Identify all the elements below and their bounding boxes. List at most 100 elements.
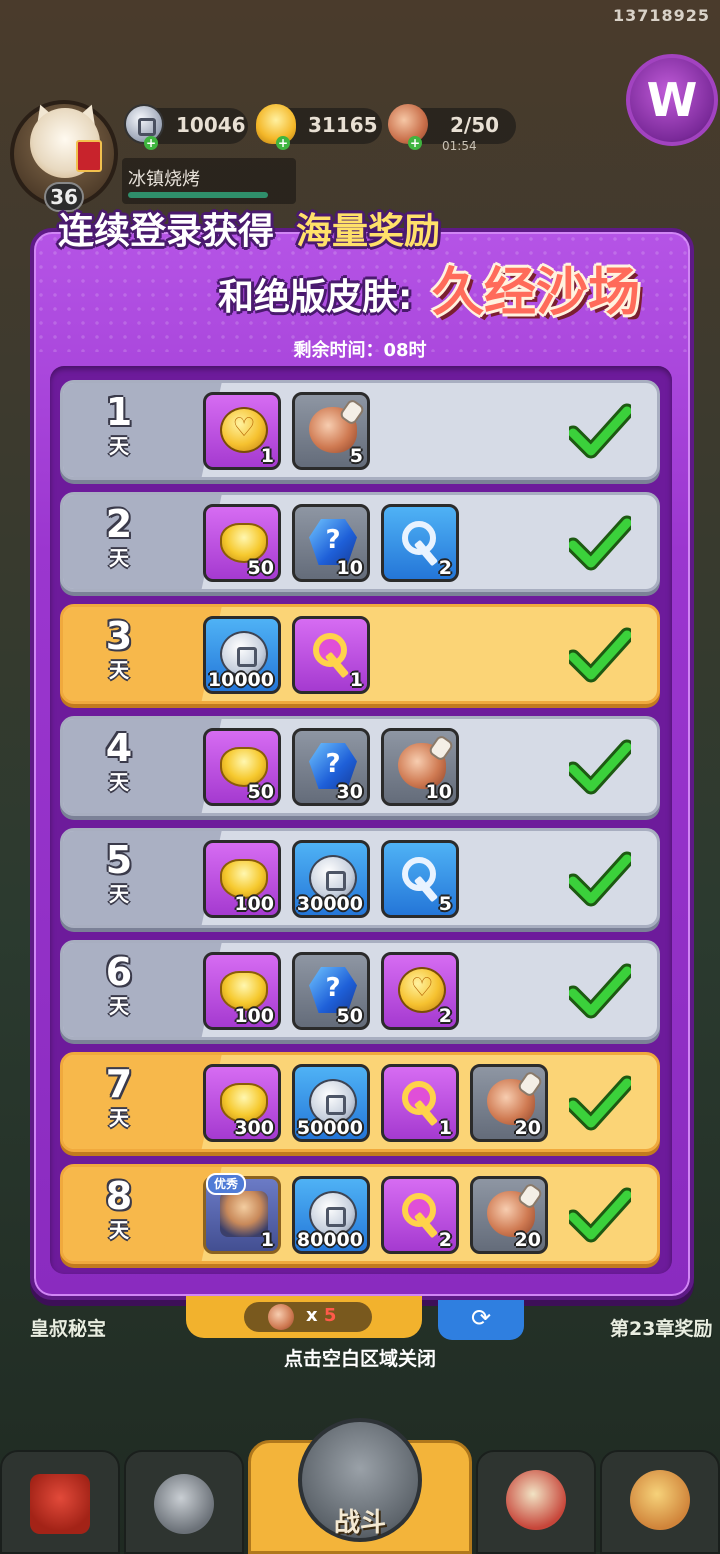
reward-item[interactable]: 2 [381,1176,459,1254]
red-envelope-icon [76,140,102,172]
reward-item[interactable]: 100 [203,952,281,1030]
reward-item[interactable]: 50 [292,952,370,1030]
reward-item[interactable]: 50 [203,728,281,806]
silver-coin-icon [124,104,164,144]
gold-ingot-icon [256,104,296,144]
reward-row-day-1[interactable]: 1天15 [60,380,660,480]
reward-item[interactable]: 10 [381,728,459,806]
left-feature-label[interactable]: 皇叔秘宝 [30,1314,106,1341]
day-number: 3 [105,614,133,658]
day-unit: 天 [109,434,129,458]
reward-count: 1 [260,445,274,467]
reward-count: 1 [438,1117,452,1139]
reward-item[interactable]: 1 [381,1064,459,1142]
reward-count: 2 [438,1005,452,1027]
reward-item[interactable]: 20 [470,1176,548,1254]
checkmark-icon [569,739,631,795]
quality-tag: 优秀 [206,1173,247,1195]
upgrade-icon [630,1470,690,1530]
experience-bar [128,192,268,198]
w-logo-button[interactable]: W [626,54,718,146]
add-gold-button[interactable]: + [276,136,290,150]
add-stamina-button[interactable]: + [408,136,422,150]
meat-cost-prefix: x [306,1305,318,1326]
reward-item[interactable]: 300 [203,1064,281,1142]
reward-count: 300 [234,1117,274,1139]
day-unit: 天 [109,770,129,794]
checkmark-icon [569,515,631,571]
day-unit: 天 [109,546,129,570]
reward-count: 5 [349,445,363,467]
reward-count: 2 [438,557,452,579]
reward-item[interactable]: 2 [381,504,459,582]
reward-count: 10 [425,781,452,803]
popup-title-line2: 和绝版皮肤: [218,277,413,318]
reward-row-day-5[interactable]: 5 天 100 30000 5 [60,828,660,928]
reward-row-day-8[interactable]: 8 天 优秀 1 80000 2 20 [60,1164,660,1264]
day-number: 7 [105,1062,133,1106]
day-unit: 天 [109,1106,129,1130]
meat-icon [268,1304,294,1330]
stamina-amount: 2/50 [450,113,500,137]
reward-item[interactable]: 10 [292,504,370,582]
stamina-timer: 01:54 [442,139,477,153]
popup-title-highlight: 海量奖励 [296,211,441,252]
reward-count: 50 [336,1005,363,1027]
reward-item[interactable]: 5 [292,392,370,470]
checkmark-icon [569,963,631,1019]
meat-cost-value: 5 [323,1305,337,1326]
meat-cost: x 5 [306,1305,336,1326]
reward-count: 50 [247,781,274,803]
reward-item[interactable]: 2 [381,952,459,1030]
reward-count: 10000 [207,669,274,691]
day-number: 5 [105,838,133,882]
reward-row-day-3[interactable]: 3 天 10000 1 [60,604,660,704]
reward-item[interactable]: 20 [470,1064,548,1142]
reward-count: 80000 [296,1229,363,1251]
reward-item[interactable]: 100 [203,840,281,918]
day-number: 8 [105,1174,133,1218]
checkmark-icon [569,627,631,683]
checkmark-icon [569,851,631,907]
reward-item[interactable]: 1 [203,392,281,470]
nav-shop[interactable] [0,1450,120,1554]
reward-item[interactable]: 5 [381,840,459,918]
checkmark-icon [569,1075,631,1131]
user-id: 13718925 [612,6,710,25]
reward-item[interactable]: 30 [292,728,370,806]
reward-count: 5 [438,893,452,915]
nav-heroes[interactable] [476,1450,596,1554]
nav-equipment[interactable] [124,1450,244,1554]
refresh-icon: ⟳ [470,1304,492,1332]
remaining-time: 剩余时间：08时 [293,340,427,361]
reward-item[interactable]: 10000 [203,616,281,694]
nav-battle-label: 战斗 [333,1508,386,1538]
reward-row-day-6[interactable]: 6天 100 50 2 [60,940,660,1040]
reward-count: 50 [247,557,274,579]
reward-item[interactable]: 优秀 1 [203,1173,281,1254]
reward-count: 100 [234,1005,274,1027]
refresh-button[interactable]: ⟳ [438,1300,524,1340]
nav-upgrade[interactable] [600,1450,720,1554]
day-unit: 天 [109,658,129,682]
day-number: 4 [105,726,133,770]
close-hint[interactable]: 点击空白区域关闭 [0,1344,720,1371]
checkmark-icon [569,403,631,459]
popup-title-line1: 连续登录获得 [58,211,275,252]
reward-row-day-4[interactable]: 4天 50 30 10 [60,716,660,816]
reward-item[interactable]: 50 [203,504,281,582]
reward-count: 2 [438,1229,452,1251]
reward-item[interactable]: 50000 [292,1064,370,1142]
silver-amount: 10046 [176,113,246,137]
reward-count: 1 [260,1229,274,1251]
right-feature-label[interactable]: 第23章奖励 [610,1314,712,1341]
reward-row-day-2[interactable]: 2天50102 [60,492,660,592]
reward-count: 20 [514,1229,541,1251]
reward-item[interactable]: 1 [292,616,370,694]
reward-row-day-7[interactable]: 7 天 300 50000 1 20 [60,1052,660,1152]
day-number: 2 [105,502,133,546]
reward-item[interactable]: 30000 [292,840,370,918]
day-unit: 天 [109,1218,129,1242]
reward-item[interactable]: 80000 [292,1176,370,1254]
add-silver-button[interactable]: + [144,136,158,150]
